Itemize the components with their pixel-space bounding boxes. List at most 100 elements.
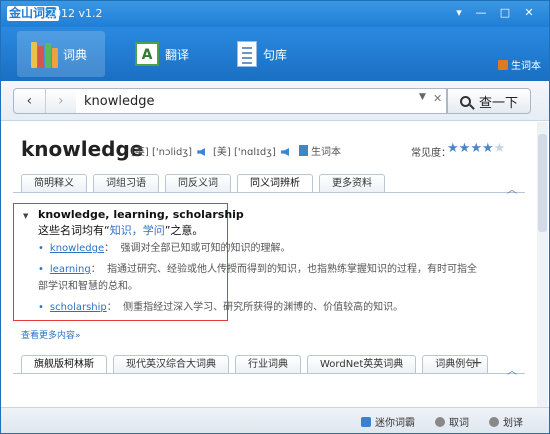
minimize-button[interactable]: — [471, 4, 491, 22]
books-icon [31, 40, 58, 68]
mini-mode-label: 迷你词霸 [375, 418, 415, 429]
translate-icon: A [135, 42, 159, 66]
clear-icon[interactable]: ✕ [433, 92, 442, 105]
tab-sentences[interactable]: 句库 [237, 31, 287, 77]
vocab-book-link[interactable]: 生词本 [498, 57, 541, 72]
nav-buttons: ‹ › [13, 88, 77, 114]
definition-tab[interactable]: 简明释义 [21, 174, 87, 192]
vocab-book-icon [498, 59, 508, 70]
tab-translate[interactable]: A 翻译 [135, 31, 189, 77]
star-icon: ★ [458, 141, 471, 156]
synonym-text: 侧重指经过深入学习、研究所获得的渊博的、价值较高的知识。 [123, 302, 404, 313]
synonym-heading: knowledge, learning, scholarship [38, 208, 244, 221]
frequency-label: 常见度： [411, 148, 451, 159]
dictionary-tab[interactable]: WordNet英英词典 [307, 355, 417, 373]
close-button[interactable]: ✕ [519, 4, 539, 22]
definition-tabs: 简明释义 词组习语 同反义词 同义词辨析 更多资料 [21, 174, 391, 192]
definition-tab[interactable]: 同反义词 [165, 174, 231, 192]
main-toolbar: 词典 A 翻译 句库 生词本 [1, 27, 549, 81]
speaker-icon[interactable] [281, 148, 290, 156]
bullet: • [38, 264, 44, 275]
lookup-toggle[interactable]: 取词 [435, 414, 469, 429]
summary-prefix: 这些名词均有“ [38, 224, 110, 237]
phonetic-uk-ipa: ['nɔlidʒ] [152, 147, 193, 158]
dictionary-tab[interactable]: 旗舰版柯林斯 [21, 355, 107, 373]
search-input[interactable] [76, 88, 447, 114]
view-more-link[interactable]: 查看更多内容» [21, 328, 81, 341]
synonym-sep: ： [104, 243, 115, 254]
add-to-vocab-label: 生词本 [311, 147, 341, 158]
add-dictionary-button[interactable]: + [471, 355, 483, 371]
synonym-item: • learning： 指通过研究、经验或他人传授而得到的知识，也指熟练掌握知识的… [38, 261, 513, 278]
definition-tab[interactable]: 更多资料 [319, 174, 385, 192]
synonym-item: • knowledge： 强调对全部已知或可知的知识的理解。 [38, 240, 513, 257]
mini-mode-icon [361, 416, 371, 427]
star-icon: ★ [447, 141, 459, 156]
dictionary-tabs: 旗舰版柯林斯 现代英汉综合大词典 行业词典 WordNet英英词典 词典例句 [21, 355, 494, 373]
collapse-icon[interactable]: ︿ [507, 181, 517, 196]
title-bar: 金山词霸 2012 v1.2 ▾ — □ ✕ [1, 1, 549, 27]
lookup-label: 取词 [449, 418, 469, 429]
synonym-sep: ： [90, 264, 101, 275]
definition-tab[interactable]: 词组习语 [93, 174, 159, 192]
bullet: • [38, 243, 44, 254]
synonym-item: • scholarship： 侧重指经过深入学习、研究所获得的渊博的、价值较高的知… [38, 299, 513, 316]
synonym-link[interactable]: scholarship [50, 302, 107, 313]
synonym-text: 部学识和智慧的总和。 [38, 281, 138, 292]
star-icon: ★ [481, 141, 494, 156]
tabs-divider [13, 192, 525, 193]
speaker-icon[interactable] [197, 148, 206, 156]
synonym-summary: 这些名词均有“知识，学问”之意。 [38, 222, 203, 238]
tab-dictionary-label: 词典 [63, 47, 88, 62]
synonym-link[interactable]: learning [50, 264, 91, 275]
status-bar: 迷你词霸 取词 划译 [1, 407, 549, 433]
synonym-sep: ： [106, 302, 117, 313]
synonym-text: 指通过研究、经验或他人传授而得到的知识，也指熟练掌握知识的过程，有时可指全 [107, 264, 478, 275]
tab-sentences-label: 句库 [263, 47, 288, 62]
synonym-item-continued: 部学识和智慧的总和。 [38, 278, 513, 295]
mini-mode-button[interactable]: 迷你词霸 [361, 414, 415, 429]
phonetic-uk-region: [英] [131, 147, 149, 158]
tab-translate-label: 翻译 [165, 47, 190, 62]
sentence-icon [237, 41, 257, 67]
search-button-label: 查一下 [478, 95, 518, 111]
summary-highlight: 知识，学问 [109, 224, 165, 237]
toggle-off-icon [489, 416, 499, 427]
menu-button[interactable]: ▾ [449, 4, 469, 22]
phonetic-us: [美] ['nɑlɪdʒ] [213, 143, 290, 158]
definition-tab[interactable]: 同义词辨析 [237, 174, 313, 192]
synonym-link[interactable]: knowledge [50, 243, 104, 254]
scrollbar-thumb[interactable] [538, 134, 547, 232]
phonetic-us-ipa: ['nɑlɪdʒ] [234, 147, 276, 158]
vocab-book-icon [299, 145, 308, 156]
toggle-off-icon [435, 416, 445, 427]
scrollbar[interactable] [537, 122, 548, 407]
phonetic-us-region: [美] [213, 147, 231, 158]
summary-suffix: ”之意。 [164, 224, 204, 237]
search-bar: ‹ › ▼ ✕ 查一下 [1, 81, 549, 121]
synonym-text: 强调对全部已知或可知的知识的理解。 [120, 243, 291, 254]
expand-triangle-icon[interactable]: ▼ [23, 212, 28, 220]
app-window: 金山词霸 2012 v1.2 ▾ — □ ✕ 词典 A 翻译 句库 生词本 ‹ … [0, 0, 550, 434]
phonetic-uk: [英] ['nɔlidʒ] [131, 143, 206, 158]
app-version: 2012 v1.2 [47, 7, 103, 20]
forward-button[interactable]: › [44, 89, 77, 113]
back-button[interactable]: ‹ [14, 89, 45, 113]
tabs-divider [13, 373, 525, 374]
vocab-book-label: 生词本 [511, 61, 541, 72]
star-icon: ★ [470, 141, 482, 156]
select-translate-label: 划译 [503, 418, 523, 429]
add-to-vocab-button[interactable]: 生词本 [299, 143, 341, 158]
bullet: • [38, 302, 44, 313]
collapse-icon[interactable]: ︿ [507, 362, 517, 377]
maximize-button[interactable]: □ [495, 4, 515, 22]
select-translate-toggle[interactable]: 划译 [489, 414, 523, 429]
tab-dictionary[interactable]: 词典 [17, 31, 105, 77]
search-button[interactable]: 查一下 [447, 88, 531, 114]
dictionary-tab[interactable]: 现代英汉综合大词典 [113, 355, 229, 373]
star-icon: ★ [493, 141, 506, 156]
headword: knowledge [21, 137, 144, 161]
dictionary-tab[interactable]: 行业词典 [235, 355, 301, 373]
history-dropdown-icon[interactable]: ▼ [419, 92, 426, 102]
frequency-stars: ★★★★★ [447, 141, 505, 156]
